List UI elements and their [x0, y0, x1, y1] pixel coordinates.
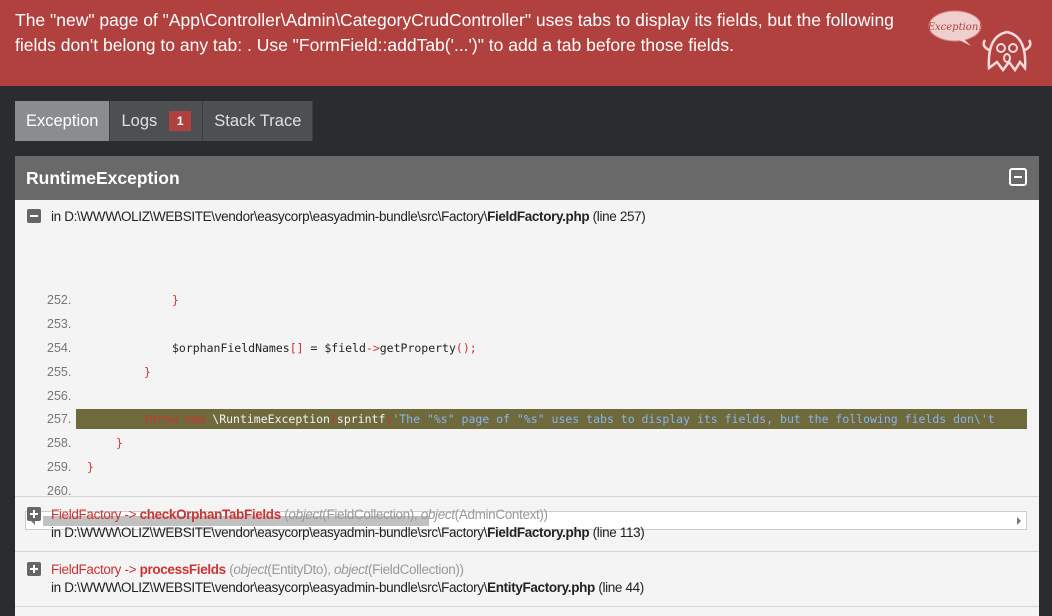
code-text: }: [144, 362, 151, 382]
trace-file: FieldFactory.php: [487, 209, 590, 224]
expand-trace-icon[interactable]: [27, 507, 41, 521]
code-token: ();: [455, 341, 477, 355]
code-line: 253.: [25, 314, 1027, 334]
trace-location-prefix: in D:\WWW\OLIZ\WEBSITE\vendor\easycorp\e…: [51, 580, 488, 595]
code-token: $orphanFieldNames: [172, 341, 290, 355]
trace-location: in D:\WWW\OLIZ\WEBSITE\vendor\easycorp\e…: [51, 209, 646, 224]
trace-method: checkOrphanTabFields: [139, 507, 282, 522]
trace-function: FieldFactory -> checkOrphanTabFields (ob…: [51, 507, 548, 522]
code-token: }: [87, 460, 94, 474]
code-line: 255.}: [25, 362, 1027, 382]
trace-arg-type: object: [288, 507, 323, 522]
code-token: }: [172, 293, 179, 307]
expand-trace-icon[interactable]: [27, 562, 41, 576]
trace-location: in D:\WWW\OLIZ\WEBSITE\vendor\easycorp\e…: [51, 525, 645, 540]
exception-panel: RuntimeException in D:\WWW\OLIZ\WEBSITE\…: [15, 156, 1039, 616]
code-token: =: [303, 341, 325, 355]
tab-exception[interactable]: Exception: [15, 101, 111, 141]
trace-function: FieldFactory -> processFields (object(En…: [51, 562, 464, 577]
trace-arg-value: (FieldCollection),: [322, 507, 421, 522]
trace-class: FieldFactory: [51, 562, 122, 577]
error-message: The "new" page of "App\Controller\Admin\…: [15, 10, 894, 55]
exception-panel-header: RuntimeException: [15, 156, 1039, 200]
tab-stack-trace-label: Stack Trace: [214, 112, 302, 130]
trace-location: in D:\WWW\OLIZ\WEBSITE\vendor\easycorp\e…: [51, 580, 644, 595]
trace-arg-type: object: [233, 562, 268, 577]
line-number: 257.: [47, 412, 72, 426]
trace-arg-value: (AdminContext)): [454, 507, 548, 522]
code-token: (: [329, 412, 337, 426]
line-number: 258.: [47, 436, 72, 450]
code-token: sprintf: [336, 412, 386, 426]
exception-title: RuntimeException: [26, 168, 180, 188]
trace-arrow: ->: [121, 507, 140, 522]
tab-logs[interactable]: Logs 1: [110, 101, 204, 141]
code-text: throw new \RuntimeException(sprintf('The…: [143, 409, 995, 429]
code-text: }: [116, 433, 123, 453]
code-token: }: [144, 365, 151, 379]
trace-class: FieldFactory: [51, 507, 122, 522]
code-token: throw: [143, 412, 178, 426]
trace-line: (line 113): [592, 525, 645, 540]
ghost-speech-text: Exception!: [927, 22, 983, 33]
code-line: 256.: [25, 386, 1027, 406]
tab-bar: Exception Logs 1 Stack Trace: [15, 101, 314, 141]
trace-arg-type: object: [420, 507, 455, 522]
trace-location-prefix: in D:\WWW\OLIZ\WEBSITE\vendor\easycorp\e…: [51, 525, 488, 540]
trace-item: FieldFactory -> checkOrphanTabFields (ob…: [15, 497, 1039, 552]
code-token: new: [184, 412, 206, 426]
code-line: 254. $orphanFieldNames[] = $field->getPro…: [25, 338, 1027, 358]
error-header: The "new" page of "App\Controller\Admin\…: [0, 0, 1052, 86]
line-number: 256.: [47, 389, 72, 403]
code-token: \RuntimeException: [205, 412, 330, 426]
code-token: 'The "%s" page of "%s" uses tabs to disp…: [392, 412, 995, 426]
code-snippet: 252.} 253. 254. $orphanFieldNames[] = $fi…: [25, 238, 1027, 498]
code-token: ->: [365, 341, 380, 355]
collapse-panel-icon[interactable]: [1009, 168, 1027, 186]
line-number: 254.: [47, 341, 72, 355]
trace-line: (line 257): [592, 209, 646, 224]
code-token: []: [289, 341, 304, 355]
trace-arg-value: (EntityDto),: [267, 562, 335, 577]
trace-item-current: in D:\WWW\OLIZ\WEBSITE\vendor\easycorp\e…: [15, 200, 1039, 530]
line-number: 259.: [47, 460, 72, 474]
code-text: $orphanFieldNames[] = $field->getPropert…: [172, 338, 477, 358]
tab-logs-label: Logs: [121, 112, 158, 130]
collapse-trace-icon[interactable]: [27, 209, 41, 223]
trace-file: FieldFactory.php: [487, 525, 590, 540]
trace-line: (line 44): [598, 580, 644, 595]
line-number: 255.: [47, 365, 72, 379]
trace-arg-type: object: [334, 562, 368, 577]
line-number: 252.: [47, 293, 72, 307]
code-line: 258.}: [25, 433, 1027, 453]
tab-stack-trace[interactable]: Stack Trace: [203, 101, 314, 141]
trace-file: EntityFactory.php: [487, 580, 595, 595]
code-token: $field: [324, 341, 366, 355]
code-line: 252.}: [25, 290, 1027, 310]
code-line: 259.}: [25, 457, 1027, 477]
exception-ghost-icon: Exception!: [927, 10, 1032, 73]
logs-count-badge: 1: [169, 111, 192, 131]
trace-location-prefix: in D:\WWW\OLIZ\WEBSITE\vendor\easycorp\e…: [51, 209, 488, 224]
line-number: 253.: [47, 317, 72, 331]
code-text: }: [172, 290, 179, 310]
trace-item: FieldFactory -> processFields (object(En…: [15, 552, 1039, 607]
code-text: }: [87, 457, 94, 477]
tab-exception-label: Exception: [26, 112, 99, 130]
highlighted-code: throw new \RuntimeException(sprintf('The…: [76, 409, 1027, 429]
trace-arg-value: (FieldCollection)): [367, 562, 464, 577]
trace-arrow: ->: [121, 562, 140, 577]
trace-method: processFields: [139, 562, 227, 577]
code-token: getProperty: [379, 341, 456, 355]
code-token: }: [116, 436, 123, 450]
